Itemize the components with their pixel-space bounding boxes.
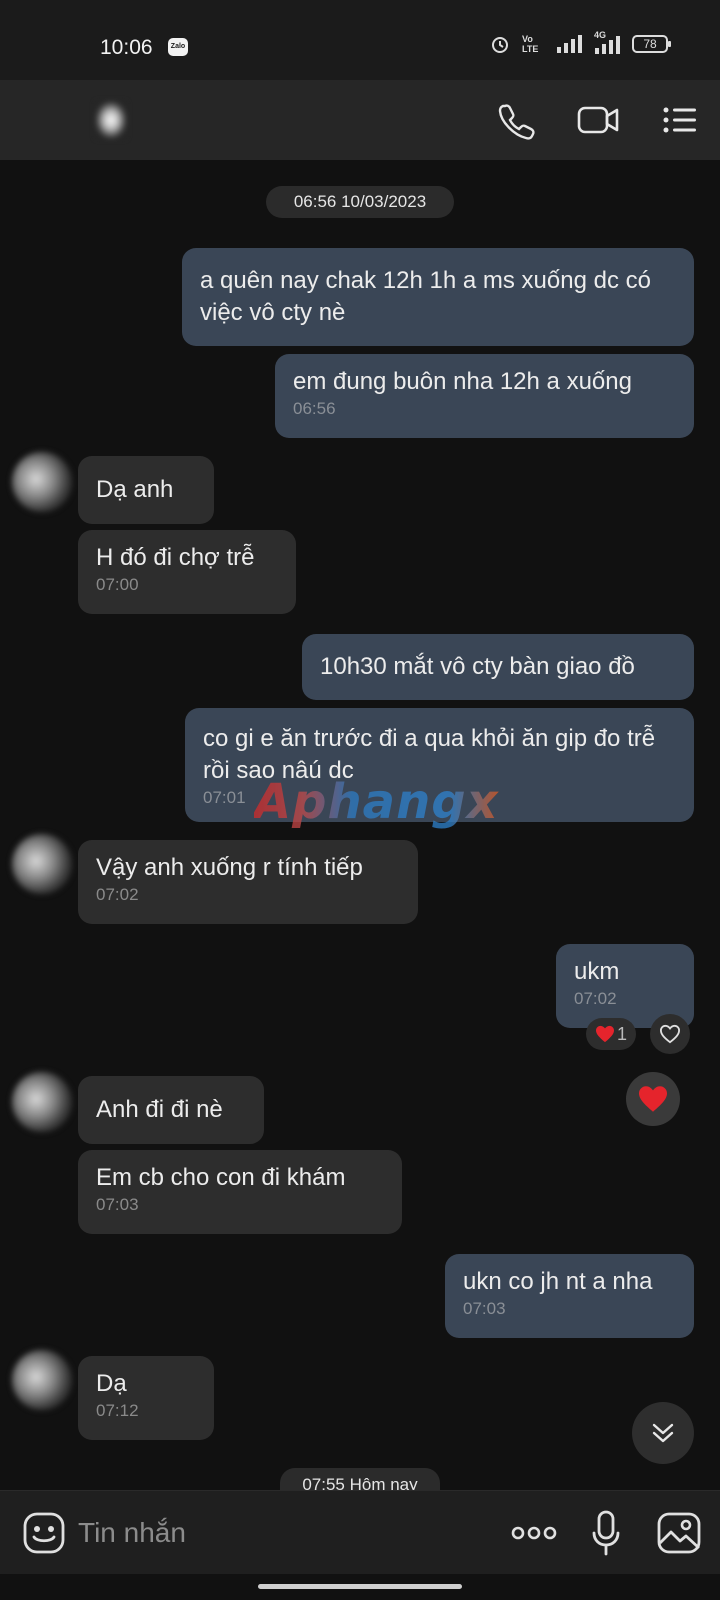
- microphone-icon: [592, 1510, 620, 1556]
- message-bubble-incoming[interactable]: H đó đi chợ trễ 07:00: [78, 530, 296, 614]
- message-text: Em cb cho con đi khám: [96, 1164, 346, 1191]
- contact-name[interactable]: [96, 102, 126, 138]
- phone-icon: [498, 104, 535, 140]
- message-time: 07:02: [574, 989, 617, 1008]
- message-time: 07:03: [463, 1299, 506, 1318]
- message-bubble-outgoing[interactable]: em đung buôn nha 12h a xuống 06:56: [275, 354, 694, 438]
- battery-icon: 78: [632, 35, 671, 53]
- message-bubble-outgoing[interactable]: ukn co jh nt a nha 07:03: [445, 1254, 694, 1338]
- message-text: H đó đi chợ trễ: [96, 544, 255, 571]
- quick-heart-button[interactable]: [626, 1072, 680, 1126]
- contact-avatar[interactable]: [12, 1350, 72, 1410]
- message-text: ukm: [574, 958, 620, 985]
- voice-message-button[interactable]: [590, 1509, 622, 1557]
- emoji-icon: [23, 1512, 65, 1554]
- call-button[interactable]: [496, 100, 536, 140]
- zalo-notification-icon: Zalo: [168, 38, 188, 56]
- message-bubble-incoming[interactable]: Anh đi đi nè: [78, 1076, 264, 1144]
- heart-icon: [595, 1025, 614, 1043]
- message-input[interactable]: [78, 1509, 478, 1557]
- emoji-button[interactable]: [22, 1511, 66, 1555]
- message-input-bar: [0, 1490, 720, 1574]
- navigation-bar: [0, 1574, 720, 1600]
- message-text: Anh đi đi nè: [96, 1096, 223, 1123]
- signal-4g-icon: 4G: [594, 30, 620, 54]
- home-indicator[interactable]: [258, 1584, 462, 1589]
- message-bubble-incoming[interactable]: Dạ 07:12: [78, 1356, 214, 1440]
- message-text: em đung buôn nha 12h a xuống: [293, 368, 632, 395]
- contact-avatar[interactable]: [12, 1072, 72, 1132]
- status-bar: 10:06 Zalo Vo LTE 4G 78: [0, 0, 720, 80]
- message-time: 07:00: [96, 575, 139, 594]
- message-bubble-incoming[interactable]: Dạ anh: [78, 456, 214, 524]
- more-icon: [511, 1526, 557, 1540]
- message-text: a quên nay chak 12h 1h a ms xuống dc có …: [200, 267, 651, 326]
- message-text: 10h30 mắt vô cty bàn giao đồ: [320, 653, 635, 680]
- add-reaction-button[interactable]: [650, 1014, 690, 1054]
- message-bubble-incoming[interactable]: Em cb cho con đi khám 07:03: [78, 1150, 402, 1234]
- message-time: 07:02: [96, 885, 139, 904]
- heart-outline-icon: [659, 1024, 681, 1044]
- heart-icon: [639, 1086, 667, 1112]
- chat-options-button[interactable]: [660, 100, 700, 140]
- message-bubble-outgoing[interactable]: 10h30 mắt vô cty bàn giao đồ: [302, 634, 694, 700]
- video-call-button[interactable]: [576, 100, 622, 140]
- message-time: 07:03: [96, 1195, 139, 1214]
- menu-list-icon: [663, 107, 696, 133]
- date-separator: 06:56 10/03/2023: [266, 186, 454, 218]
- chat-header: [0, 80, 720, 160]
- contact-avatar[interactable]: [12, 452, 72, 512]
- video-camera-icon: [577, 106, 619, 134]
- reaction-count: 1: [616, 1023, 627, 1044]
- signal-icon: [557, 35, 582, 53]
- more-options-button[interactable]: [510, 1519, 558, 1547]
- watermark-logo: Aphangx: [254, 774, 499, 830]
- reaction-summary[interactable]: 1: [586, 1018, 636, 1050]
- message-text: ukn co jh nt a nha: [463, 1268, 653, 1295]
- message-time: 06:56: [293, 399, 336, 418]
- contact-avatar[interactable]: [12, 834, 72, 894]
- image-icon: [657, 1512, 701, 1554]
- message-text: Vậy anh xuống r tính tiếp: [96, 854, 363, 881]
- chevron-double-down-icon: [652, 1423, 674, 1443]
- status-time: 10:06: [100, 36, 153, 59]
- volte-icon: Vo LTE: [522, 34, 539, 54]
- message-bubble-outgoing[interactable]: a quên nay chak 12h 1h a ms xuống dc có …: [182, 248, 694, 346]
- status-icons: Vo LTE 4G 78: [490, 30, 671, 54]
- send-image-button[interactable]: [656, 1511, 702, 1555]
- message-text: Dạ anh: [96, 476, 174, 503]
- message-time: 07:12: [96, 1401, 139, 1420]
- message-text: Dạ: [96, 1370, 127, 1397]
- message-bubble-incoming[interactable]: Vậy anh xuống r tính tiếp 07:02: [78, 840, 418, 924]
- scroll-to-bottom-button[interactable]: [632, 1402, 694, 1464]
- alarm-icon: [492, 37, 508, 53]
